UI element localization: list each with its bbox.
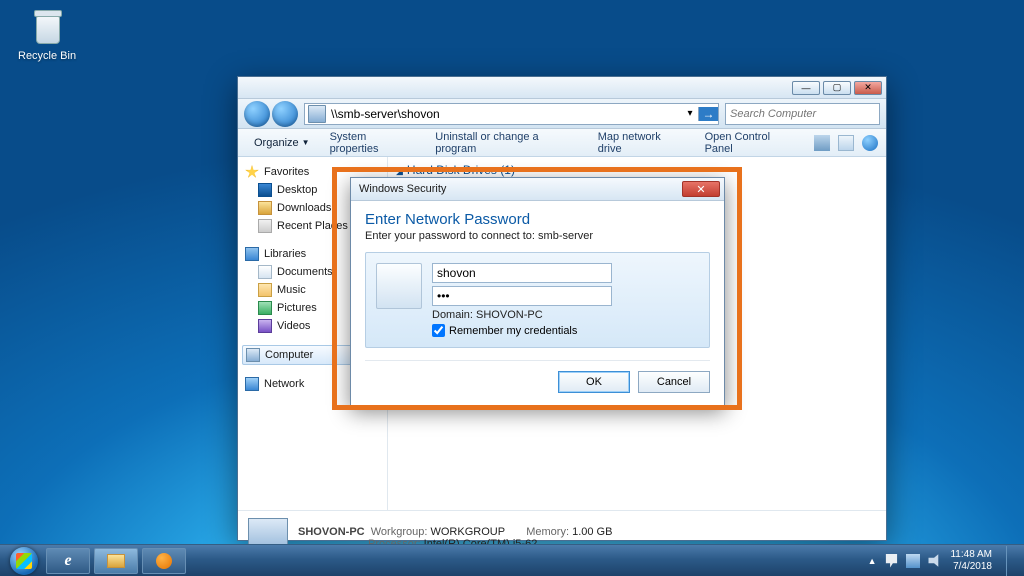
music-icon <box>258 283 272 297</box>
pictures-icon <box>258 301 272 315</box>
action-center-icon[interactable] <box>884 554 898 568</box>
recent-icon <box>258 219 272 233</box>
taskbar: e ▲ 11:48 AM 7/4/2018 <box>0 544 1024 576</box>
minimize-button[interactable]: — <box>792 81 820 95</box>
folder-icon <box>107 554 125 568</box>
system-tray: ▲ 11:48 AM 7/4/2018 <box>868 546 1018 576</box>
organize-button[interactable]: Organize ▼ <box>246 134 318 152</box>
documents-icon <box>258 265 272 279</box>
maximize-button[interactable]: ▢ <box>823 81 851 95</box>
dialog-heading: Enter Network Password <box>365 211 710 228</box>
desktop-icon <box>258 183 272 197</box>
taskbar-explorer-button[interactable] <box>94 548 138 574</box>
star-icon <box>245 165 259 179</box>
taskbar-clock[interactable]: 11:48 AM 7/4/2018 <box>950 549 992 573</box>
videos-icon <box>258 319 272 333</box>
remember-label: Remember my credentials <box>449 325 577 337</box>
dialog-subtext: Enter your password to connect to: smb-s… <box>365 230 710 242</box>
system-properties-button[interactable]: System properties <box>322 128 424 158</box>
tray-expand-icon[interactable]: ▲ <box>868 556 877 566</box>
address-input[interactable] <box>329 105 682 123</box>
control-panel-button[interactable]: Open Control Panel <box>697 128 806 158</box>
show-desktop-button[interactable] <box>1006 546 1016 576</box>
start-button[interactable] <box>6 546 42 576</box>
cancel-button[interactable]: Cancel <box>638 371 710 393</box>
uninstall-button[interactable]: Uninstall or change a program <box>427 128 585 158</box>
windows-orb-icon <box>10 547 38 575</box>
ie-icon: e <box>64 552 71 570</box>
media-player-icon <box>156 553 172 569</box>
command-bar: Organize ▼ System properties Uninstall o… <box>238 129 886 157</box>
recycle-bin[interactable]: Recycle Bin <box>18 8 76 62</box>
dialog-close-button[interactable]: ✕ <box>682 181 720 197</box>
explorer-titlebar[interactable]: — ▢ ✕ <box>238 77 886 99</box>
details-name: SHOVON-PC <box>298 526 365 538</box>
taskbar-ie-button[interactable]: e <box>46 548 90 574</box>
taskbar-media-button[interactable] <box>142 548 186 574</box>
network-tray-icon[interactable] <box>906 554 920 568</box>
windows-security-dialog: Windows Security ✕ Enter Network Passwor… <box>350 177 725 406</box>
preview-pane-icon[interactable] <box>838 135 854 151</box>
recycle-bin-label: Recycle Bin <box>18 50 76 62</box>
clock-date: 7/4/2018 <box>950 561 992 573</box>
volume-icon[interactable] <box>928 554 942 568</box>
password-input[interactable] <box>432 286 612 306</box>
user-avatar-icon <box>376 263 422 309</box>
domain-label: Domain: SHOVON-PC <box>432 309 699 321</box>
nav-back-forward[interactable] <box>244 101 298 127</box>
network-icon <box>245 377 259 391</box>
help-icon[interactable] <box>862 135 878 151</box>
clock-time: 11:48 AM <box>950 549 992 561</box>
search-input[interactable] <box>730 108 875 120</box>
recycle-bin-icon <box>27 8 67 48</box>
libraries-icon <box>245 247 259 261</box>
close-button[interactable]: ✕ <box>854 81 882 95</box>
downloads-icon <box>258 201 272 215</box>
computer-icon <box>308 105 326 123</box>
address-go-button[interactable]: → <box>698 107 718 121</box>
view-options-icon[interactable] <box>814 135 830 151</box>
ok-button[interactable]: OK <box>558 371 630 393</box>
credentials-box: Domain: SHOVON-PC Remember my credential… <box>365 252 710 348</box>
dialog-titlebar[interactable]: Windows Security ✕ <box>351 178 724 201</box>
address-dropdown[interactable]: ▾ <box>682 108 698 119</box>
remember-credentials-row[interactable]: Remember my credentials <box>432 324 699 337</box>
address-row: ▾ → <box>238 99 886 129</box>
remember-checkbox[interactable] <box>432 324 445 337</box>
address-bar[interactable]: ▾ → <box>304 103 719 125</box>
computer-icon <box>246 348 260 362</box>
username-input[interactable] <box>432 263 612 283</box>
search-box[interactable] <box>725 103 880 125</box>
dialog-title: Windows Security <box>359 183 446 195</box>
map-drive-button[interactable]: Map network drive <box>590 128 693 158</box>
